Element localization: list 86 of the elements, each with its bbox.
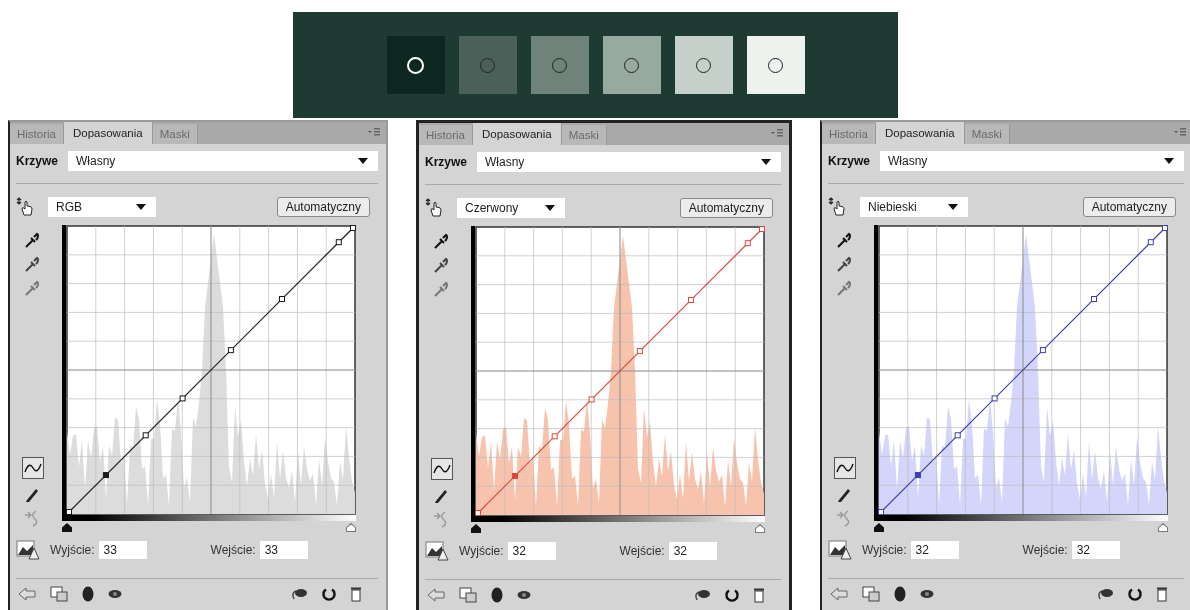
back-arrow-icon[interactable] xyxy=(427,588,445,602)
shadow-slider[interactable] xyxy=(62,523,72,532)
caret-icon xyxy=(545,205,555,211)
auto-button[interactable]: Automatyczny xyxy=(1082,197,1176,217)
control-point[interactable] xyxy=(279,296,285,302)
clipping-warning-icon[interactable] xyxy=(16,540,40,560)
control-point[interactable] xyxy=(954,432,961,439)
shadow-slider[interactable] xyxy=(471,524,481,533)
eye-icon[interactable] xyxy=(517,590,531,600)
control-point[interactable] xyxy=(350,225,356,231)
eyedropper-icon[interactable] xyxy=(24,231,40,249)
output-field[interactable]: 32 xyxy=(910,541,959,559)
eyedropper-icon[interactable] xyxy=(24,255,40,273)
adjustment-label: Krzywe xyxy=(828,154,871,168)
eye-icon[interactable] xyxy=(920,589,934,599)
caret-icon xyxy=(761,159,771,165)
input-label: Wejście: xyxy=(619,544,665,558)
hand-adjust-icon[interactable] xyxy=(16,197,34,217)
input-field[interactable]: 32 xyxy=(1071,541,1120,559)
control-point[interactable] xyxy=(179,395,186,402)
channel-dropdown[interactable]: Niebieski xyxy=(860,197,968,217)
panel-menu-icon[interactable] xyxy=(1174,128,1186,136)
auto-button[interactable]: Automatyczny xyxy=(276,197,370,217)
panel-tab[interactable]: Dopasowania xyxy=(876,122,965,144)
eyedropper-icon[interactable] xyxy=(433,232,449,250)
control-point[interactable] xyxy=(1147,239,1154,246)
panel-menu-icon[interactable] xyxy=(368,128,380,136)
curve-tool-icon[interactable] xyxy=(431,458,453,480)
hand-adjust-icon[interactable] xyxy=(828,197,846,217)
caret-icon xyxy=(358,158,368,164)
caret-icon xyxy=(136,204,146,210)
eyedropper-icon[interactable] xyxy=(836,231,852,249)
input-label: Wejście: xyxy=(1022,543,1068,557)
auto-button[interactable]: Automatyczny xyxy=(679,198,773,218)
hand-adjust-icon[interactable] xyxy=(425,198,443,218)
shadow-slider[interactable] xyxy=(874,523,884,532)
eyedropper-icon[interactable] xyxy=(433,256,449,274)
preset-dropdown[interactable]: Własny xyxy=(880,151,1184,171)
highlight-slider[interactable] xyxy=(346,523,356,532)
back-arrow-icon[interactable] xyxy=(18,587,36,601)
output-field[interactable]: 33 xyxy=(98,541,147,559)
reset-icon[interactable] xyxy=(322,587,336,601)
clip-layer-icon[interactable] xyxy=(459,587,477,603)
trash-icon[interactable] xyxy=(350,586,362,602)
eye-icon[interactable] xyxy=(108,589,122,599)
output-label: Wyjście: xyxy=(862,543,907,557)
adjustment-label: Krzywe xyxy=(425,155,468,169)
trash-icon[interactable] xyxy=(753,587,765,603)
output-field[interactable]: 32 xyxy=(507,542,556,560)
clip-layer-icon[interactable] xyxy=(862,586,880,602)
control-point[interactable] xyxy=(1039,347,1046,354)
eyedropper-icon[interactable] xyxy=(836,255,852,273)
control-point[interactable] xyxy=(1091,296,1097,302)
preset-dropdown[interactable]: Własny xyxy=(68,151,378,171)
panel-menu-icon[interactable] xyxy=(771,129,783,137)
caret-icon xyxy=(1164,158,1174,164)
control-point[interactable] xyxy=(142,432,149,439)
adjustment-label: Krzywe xyxy=(16,154,59,168)
control-point[interactable] xyxy=(227,347,234,354)
reset-icon[interactable] xyxy=(1128,587,1142,601)
curve-tool-icon[interactable] xyxy=(22,457,44,479)
clip-layer-icon[interactable] xyxy=(50,586,68,602)
panel-tab[interactable]: Dopasowania xyxy=(64,122,153,144)
output-label: Wyjście: xyxy=(50,543,95,557)
curve-tool-icon[interactable] xyxy=(834,457,856,479)
clipping-warning-icon[interactable] xyxy=(425,541,449,561)
highlight-slider[interactable] xyxy=(1158,523,1168,532)
control-point[interactable] xyxy=(914,472,921,479)
back-arrow-icon[interactable] xyxy=(830,587,848,601)
clipping-warning-icon[interactable] xyxy=(828,540,852,560)
highlight-slider[interactable] xyxy=(755,524,765,533)
input-field[interactable]: 32 xyxy=(668,542,717,560)
preset-dropdown[interactable]: Własny xyxy=(477,152,781,172)
input-label: Wejście: xyxy=(210,543,256,557)
output-label: Wyjście: xyxy=(459,544,504,558)
panel-tab[interactable]: Dopasowania xyxy=(473,123,562,145)
control-point[interactable] xyxy=(102,472,109,479)
channel-dropdown[interactable]: Czerwony xyxy=(457,198,565,218)
channel-dropdown[interactable]: RGB xyxy=(48,197,156,217)
reset-icon[interactable] xyxy=(725,588,739,602)
trash-icon[interactable] xyxy=(1156,586,1168,602)
control-point[interactable] xyxy=(991,395,998,402)
control-point[interactable] xyxy=(335,239,342,246)
control-point[interactable] xyxy=(1162,225,1168,231)
input-field[interactable]: 33 xyxy=(259,541,308,559)
caret-icon xyxy=(948,204,958,210)
